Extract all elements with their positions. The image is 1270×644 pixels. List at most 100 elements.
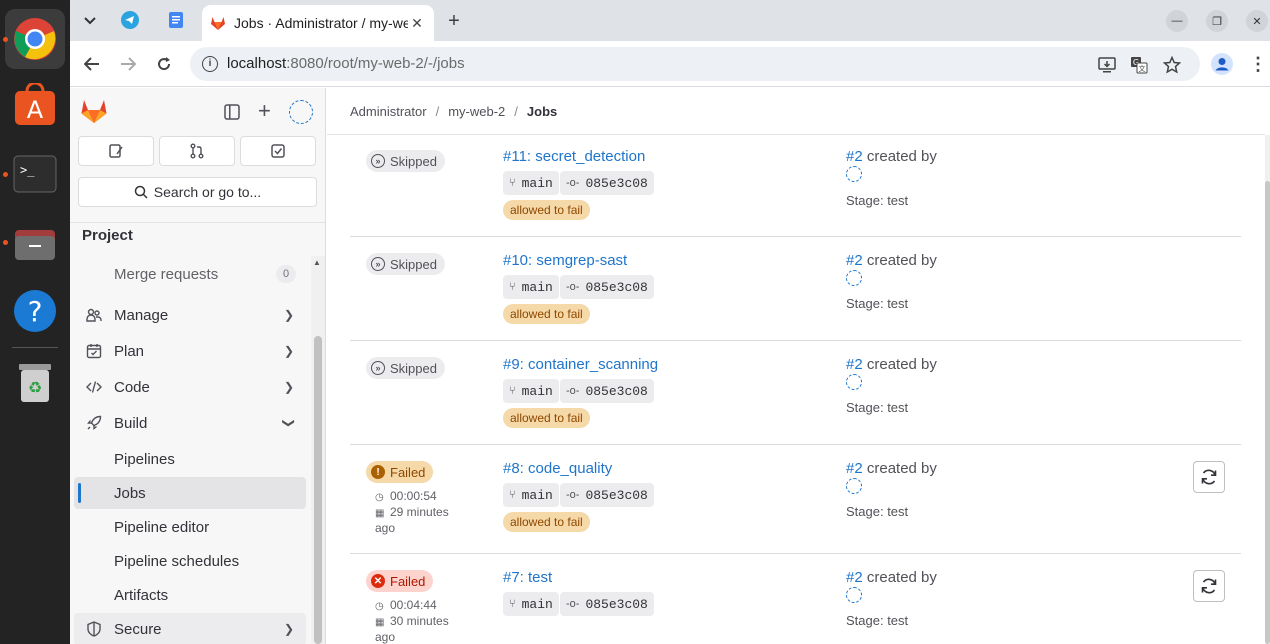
- sidebar-item-pipeline-editor[interactable]: Pipeline editor: [74, 511, 306, 543]
- commit-sha[interactable]: -o- 085e3c08: [560, 275, 654, 299]
- breadcrumb-jobs[interactable]: Jobs: [527, 104, 557, 119]
- site-info-icon[interactable]: i: [202, 56, 218, 72]
- pipeline-link[interactable]: #2: [846, 148, 863, 165]
- creator-avatar[interactable]: [846, 587, 862, 603]
- search-label: Search or go to...: [153, 184, 262, 200]
- status-badge[interactable]: » Skipped: [366, 150, 445, 172]
- main-scrollbar-thumb[interactable]: [1265, 181, 1270, 644]
- stage-label: Stage: test: [846, 400, 909, 415]
- sidebar-item-artifacts[interactable]: Artifacts: [74, 579, 306, 611]
- tab-close-icon[interactable]: ✕: [408, 14, 426, 32]
- profile-avatar-icon[interactable]: [1210, 52, 1234, 76]
- scroll-up-arrow-icon[interactable]: ▲: [313, 258, 321, 267]
- gitlab-favicon-icon: [211, 17, 225, 30]
- address-bar[interactable]: i localhost:8080/root/my-web-2/-/jobs G文: [190, 47, 1200, 81]
- retry-icon: [1201, 469, 1217, 485]
- breadcrumb-project[interactable]: my-web-2: [448, 104, 505, 119]
- pipeline-link[interactable]: #2: [846, 569, 863, 586]
- branch-ref[interactable]: ⑂ main: [503, 379, 559, 403]
- status-badge[interactable]: » Skipped: [366, 253, 445, 275]
- job-link[interactable]: #7: test: [503, 569, 552, 586]
- chevron-right-icon: ❯: [283, 308, 294, 322]
- create-new-icon[interactable]: +: [258, 99, 271, 123]
- sidebar-item-merge-requests[interactable]: Merge requests 0: [74, 258, 306, 290]
- issues-button[interactable]: [78, 136, 154, 166]
- help-app-icon[interactable]: ?: [5, 281, 65, 341]
- retry-button[interactable]: [1193, 461, 1225, 493]
- forward-icon[interactable]: [116, 52, 140, 76]
- bookmark-star-icon[interactable]: [1163, 56, 1181, 74]
- commit-sha[interactable]: -o- 085e3c08: [560, 592, 654, 616]
- files-app-icon[interactable]: [5, 212, 65, 272]
- pipeline-info: #2 created by: [846, 148, 937, 165]
- reload-icon[interactable]: [152, 52, 176, 76]
- merge-requests-button[interactable]: [159, 136, 235, 166]
- branch-ref[interactable]: ⑂ main: [503, 171, 559, 195]
- sidebar-item-pipeline-schedules[interactable]: Pipeline schedules: [74, 545, 306, 577]
- install-app-icon[interactable]: [1098, 56, 1116, 74]
- translate-icon[interactable]: G文: [1130, 56, 1148, 74]
- retry-button[interactable]: [1193, 570, 1225, 602]
- job-link[interactable]: #9: container_scanning: [503, 356, 658, 373]
- sidebar-item-code[interactable]: Code ❯: [74, 371, 306, 403]
- docs-tab-icon[interactable]: [165, 9, 187, 31]
- software-center-icon[interactable]: A: [5, 75, 65, 135]
- close-window-icon[interactable]: ✕: [1246, 10, 1268, 32]
- job-finished-at: ▦ 30 minutes: [375, 614, 449, 628]
- gitlab-logo-icon[interactable]: [80, 98, 108, 127]
- job-finished-at: ▦ 29 minutes: [375, 505, 449, 519]
- job-row: » Skipped #9: container_scanning ⑂ main -o…: [350, 341, 1241, 445]
- todos-button[interactable]: [240, 136, 316, 166]
- pipeline-link[interactable]: #2: [846, 252, 863, 269]
- branch-ref[interactable]: ⑂ main: [503, 275, 559, 299]
- sidebar-item-manage[interactable]: Manage ❯: [74, 299, 306, 331]
- pipeline-info: #2 created by: [846, 356, 937, 373]
- commit-icon: -o-: [566, 177, 580, 189]
- chrome-app-icon[interactable]: [5, 9, 65, 69]
- commit-sha[interactable]: -o- 085e3c08: [560, 171, 654, 195]
- sidebar-item-jobs[interactable]: Jobs: [74, 477, 306, 509]
- commit-sha[interactable]: -o- 085e3c08: [560, 379, 654, 403]
- user-avatar[interactable]: [289, 100, 313, 124]
- pipeline-link[interactable]: #2: [846, 356, 863, 373]
- status-badge[interactable]: ✕ Failed: [366, 570, 434, 592]
- commit-icon: -o-: [566, 489, 580, 501]
- os-dock: A >_ ? ♻: [0, 0, 70, 644]
- sidebar-item-pipelines[interactable]: Pipelines: [74, 443, 306, 475]
- job-link[interactable]: #10: semgrep-sast: [503, 252, 627, 269]
- svg-text:♻: ♻: [28, 378, 42, 397]
- maximize-icon[interactable]: ❐: [1206, 10, 1228, 32]
- tab-list-chevron-icon[interactable]: [78, 9, 102, 33]
- sidebar-scrollbar-thumb[interactable]: [314, 336, 322, 644]
- job-link[interactable]: #8: code_quality: [503, 460, 612, 477]
- commit-sha[interactable]: -o- 085e3c08: [560, 483, 654, 507]
- status-badge[interactable]: » Skipped: [366, 357, 445, 379]
- terminal-app-icon[interactable]: >_: [5, 144, 65, 204]
- breadcrumb-administrator[interactable]: Administrator: [350, 104, 427, 119]
- sidebar-toggle-icon[interactable]: [224, 104, 240, 123]
- sidebar-item-secure[interactable]: Secure ❯: [74, 613, 306, 644]
- retry-icon: [1201, 578, 1217, 594]
- stage-label: Stage: test: [846, 504, 909, 519]
- new-tab-icon[interactable]: +: [442, 9, 466, 33]
- back-icon[interactable]: [80, 52, 104, 76]
- creator-avatar[interactable]: [846, 374, 862, 390]
- telegram-tab-icon[interactable]: [119, 9, 141, 31]
- creator-avatar[interactable]: [846, 478, 862, 494]
- search-button[interactable]: Search or go to...: [78, 177, 317, 207]
- browser-menu-icon[interactable]: ⋮: [1246, 52, 1270, 76]
- status-badge[interactable]: ! Failed: [366, 461, 434, 483]
- creator-avatar[interactable]: [846, 270, 862, 286]
- trash-icon[interactable]: ♻: [5, 352, 65, 412]
- sidebar-item-plan[interactable]: Plan ❯: [74, 335, 306, 367]
- minimize-icon[interactable]: —: [1166, 10, 1188, 32]
- pipeline-link[interactable]: #2: [846, 460, 863, 477]
- job-link[interactable]: #11: secret_detection: [503, 148, 645, 165]
- calendar-icon: ▦: [375, 508, 385, 519]
- branch-ref[interactable]: ⑂ main: [503, 483, 559, 507]
- job-duration: ◷ 00:04:44: [375, 598, 437, 612]
- branch-ref[interactable]: ⑂ main: [503, 592, 559, 616]
- creator-avatar[interactable]: [846, 166, 862, 182]
- tab-gitlab-jobs[interactable]: Jobs · Administrator / my-web-2 · GitLab…: [202, 5, 434, 41]
- sidebar-item-build[interactable]: Build ❯: [74, 407, 306, 439]
